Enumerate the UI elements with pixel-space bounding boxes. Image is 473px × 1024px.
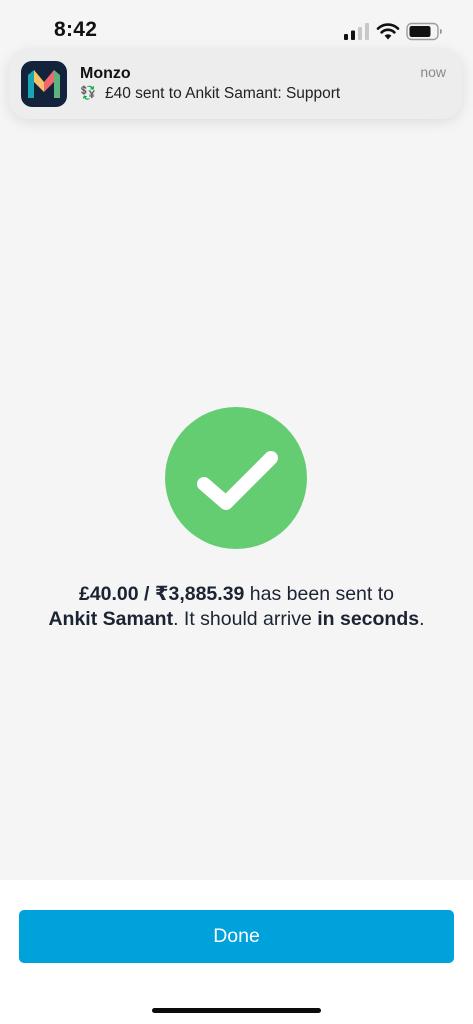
notification-message-row: 💱 £40 sent to Ankit Samant: Support [80, 85, 340, 103]
confirmation-message: £40.00 / ₹3,885.39 has been sent to Anki… [20, 582, 453, 632]
wifi-icon [376, 23, 400, 40]
battery-icon [406, 22, 442, 41]
sent-to-text: has been sent to [244, 583, 395, 605]
status-time: 8:42 [54, 18, 98, 41]
bottom-panel: Done [0, 880, 473, 1024]
monzo-logo-icon [21, 61, 67, 107]
signal-icon [344, 23, 369, 40]
done-button[interactable]: Done [19, 910, 454, 963]
amount-inr: ₹3,885.39 [154, 583, 245, 605]
notification-banner[interactable]: Monzo now 💱 £40 sent to Ankit Samant: Sup… [9, 49, 462, 119]
amount-separator: / [138, 583, 155, 605]
notification-message: £40 sent to Ankit Samant: Support [105, 85, 341, 102]
message-end: . [419, 608, 425, 630]
home-indicator[interactable] [152, 1008, 321, 1013]
success-circle [165, 407, 307, 549]
currency-exchange-icon: 💱 [80, 85, 97, 100]
recipient-name: Ankit Samant [48, 608, 174, 630]
checkmark-icon [197, 451, 278, 510]
arrival-time: in seconds [317, 608, 420, 630]
arrive-text: . It should arrive [173, 608, 318, 630]
notification-time: now [420, 64, 446, 80]
notification-app-name: Monzo [80, 65, 131, 82]
amount-gbp: £40.00 [78, 583, 139, 605]
status-bar: 8:42 [0, 0, 473, 56]
